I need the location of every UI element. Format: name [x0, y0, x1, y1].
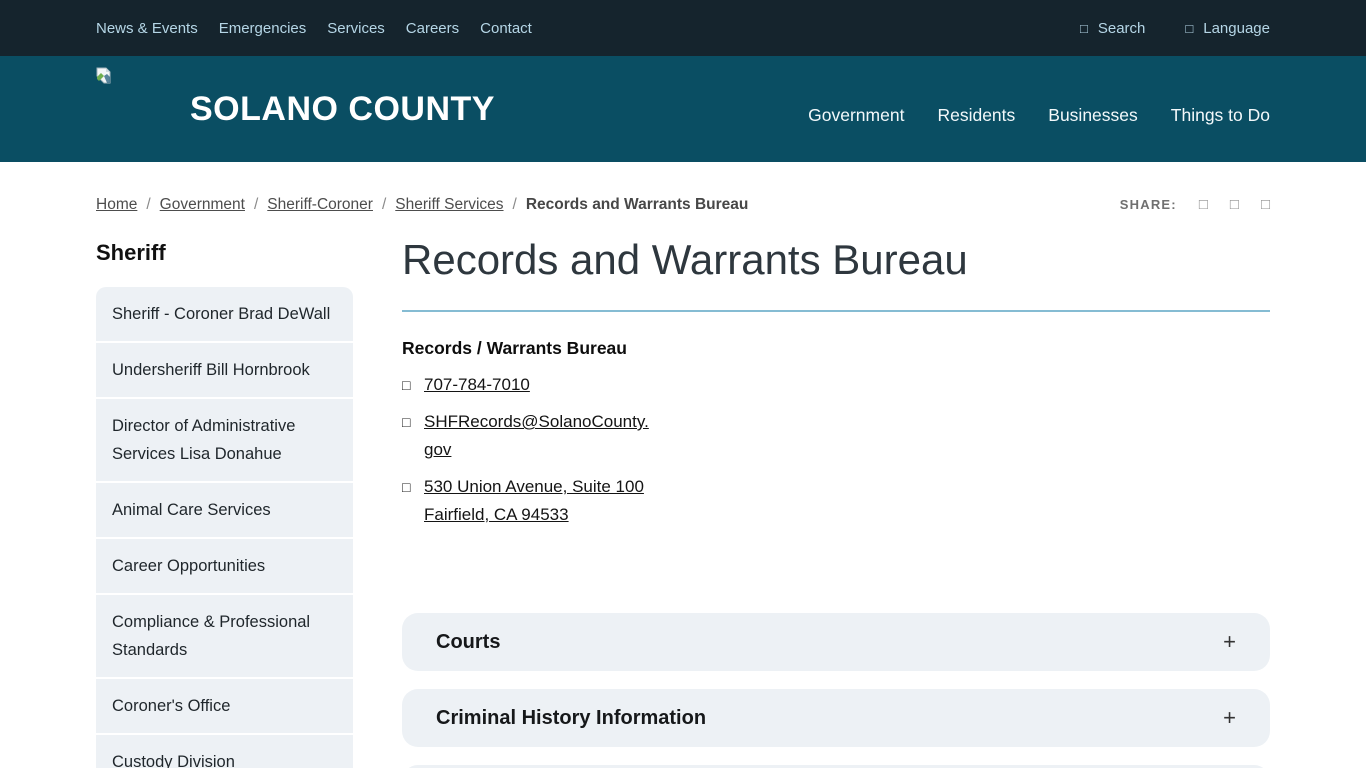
breadcrumb-separator: /	[513, 196, 517, 213]
address-link[interactable]: 530 Union Avenue, Suite 100 Fairfield, CA…	[424, 473, 644, 529]
address-line2: Fairfield, CA 94533	[424, 505, 569, 524]
accordion-courts[interactable]: Courts +	[402, 613, 1270, 671]
phone-link[interactable]: 707-784-7010	[424, 371, 530, 399]
share-email-icon[interactable]: □	[1261, 196, 1270, 213]
accordion-group: Courts + Criminal History Information +	[402, 613, 1270, 768]
accordion-criminal-history[interactable]: Criminal History Information +	[402, 689, 1270, 747]
email-link[interactable]: SHFRecords@SolanoCounty.gov	[424, 408, 656, 464]
address-line1: 530 Union Avenue, Suite 100	[424, 477, 644, 496]
sidebar-menu: Sheriff - Coroner Brad DeWall Undersheri…	[96, 287, 353, 768]
utility-bar: News & Events Emergencies Services Caree…	[0, 0, 1366, 56]
accordion-criminal-history-label: Criminal History Information	[436, 707, 706, 730]
breadcrumb: Home / Government / Sheriff-Coroner / Sheriff …	[96, 196, 748, 214]
share-label: SHARE:	[1120, 197, 1177, 212]
contact-email-row: □ SHFRecords@SolanoCounty.gov	[402, 408, 662, 464]
site-logo-title[interactable]: SOLANO COUNTY	[190, 90, 495, 129]
contact-block: Records / Warrants Bureau □ 707-784-7010…	[402, 338, 662, 529]
breadcrumb-row: Home / Government / Sheriff-Coroner / Sheriff …	[0, 162, 1366, 220]
share-twitter-icon[interactable]: □	[1230, 196, 1239, 213]
site-header: SOLANO COUNTY Government Residents Busin…	[0, 56, 1366, 162]
language-button[interactable]: □ Language	[1185, 20, 1270, 37]
main-content: Records and Warrants Bureau Records / Wa…	[402, 220, 1270, 768]
sidebar: Sheriff Sheriff - Coroner Brad DeWall Un…	[96, 220, 353, 768]
sidebar-title: Sheriff	[96, 240, 353, 266]
sidebar-item-sheriff-coroner[interactable]: Sheriff - Coroner Brad DeWall	[96, 287, 353, 341]
breadcrumb-government[interactable]: Government	[160, 196, 245, 213]
primary-nav: Government Residents Businesses Things t…	[808, 105, 1270, 126]
utility-link-services[interactable]: Services	[327, 20, 385, 37]
language-icon: □	[1185, 22, 1193, 35]
breadcrumb-home[interactable]: Home	[96, 196, 137, 213]
contact-phone-row: □ 707-784-7010	[402, 371, 662, 399]
utility-link-news-events[interactable]: News & Events	[96, 20, 198, 37]
contact-heading: Records / Warrants Bureau	[402, 338, 662, 359]
search-icon: □	[1080, 22, 1088, 35]
utility-link-careers[interactable]: Careers	[406, 20, 459, 37]
nav-businesses[interactable]: Businesses	[1048, 105, 1138, 126]
sidebar-item-custody-division[interactable]: Custody Division	[96, 735, 353, 768]
plus-icon: +	[1223, 705, 1236, 731]
phone-icon: □	[402, 371, 424, 399]
search-label: Search	[1098, 20, 1146, 37]
contact-address-row: □ 530 Union Avenue, Suite 100 Fairfield, …	[402, 473, 662, 529]
breadcrumb-current-page: Records and Warrants Bureau	[526, 196, 749, 213]
breadcrumb-sheriff-services[interactable]: Sheriff Services	[395, 196, 503, 213]
sidebar-item-director-admin-services[interactable]: Director of Administrative Services Lisa…	[96, 399, 353, 481]
nav-government[interactable]: Government	[808, 105, 904, 126]
accordion-courts-label: Courts	[436, 631, 500, 654]
nav-things-to-do[interactable]: Things to Do	[1171, 105, 1270, 126]
breadcrumb-sheriff-coroner[interactable]: Sheriff-Coroner	[267, 196, 373, 213]
share-facebook-icon[interactable]: □	[1199, 196, 1208, 213]
page-title: Records and Warrants Bureau	[402, 234, 1270, 286]
address-icon: □	[402, 473, 424, 529]
sidebar-item-undersheriff[interactable]: Undersheriff Bill Hornbrook	[96, 343, 353, 397]
broken-image-icon	[96, 67, 111, 84]
page-layout: Sheriff Sheriff - Coroner Brad DeWall Un…	[0, 220, 1366, 768]
breadcrumb-separator: /	[146, 196, 150, 213]
nav-residents[interactable]: Residents	[937, 105, 1015, 126]
breadcrumb-separator: /	[254, 196, 258, 213]
plus-icon: +	[1223, 629, 1236, 655]
language-label: Language	[1203, 20, 1270, 37]
title-divider	[402, 310, 1270, 312]
sidebar-item-animal-care[interactable]: Animal Care Services	[96, 483, 353, 537]
email-icon: □	[402, 408, 424, 464]
sidebar-item-coroners-office[interactable]: Coroner's Office	[96, 679, 353, 733]
search-button[interactable]: □ Search	[1080, 20, 1145, 37]
utility-link-contact[interactable]: Contact	[480, 20, 532, 37]
utility-link-emergencies[interactable]: Emergencies	[219, 20, 307, 37]
sidebar-item-career-opportunities[interactable]: Career Opportunities	[96, 539, 353, 593]
share-toolbar: SHARE: □ □ □	[1120, 196, 1270, 213]
breadcrumb-separator: /	[382, 196, 386, 213]
sidebar-item-compliance-standards[interactable]: Compliance & Professional Standards	[96, 595, 353, 677]
